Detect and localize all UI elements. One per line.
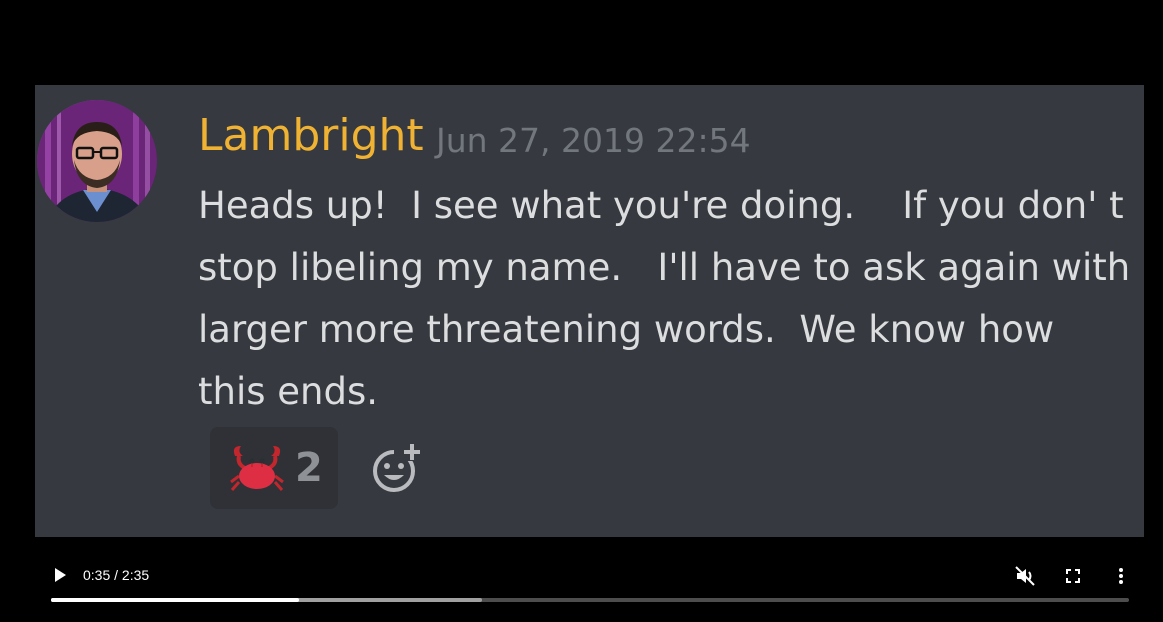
add-reaction-icon[interactable]: [372, 441, 424, 493]
muted-speaker-icon[interactable]: [1014, 565, 1036, 587]
reaction-button[interactable]: 2: [210, 427, 338, 509]
played-progress: [51, 598, 299, 602]
video-player[interactable]: Lambright Jun 27, 2019 22:54 Heads up! I…: [0, 0, 1163, 622]
message-timestamp: Jun 27, 2019 22:54: [436, 121, 751, 160]
message-line: stop libeling my name. I'll have to ask …: [198, 246, 1131, 289]
avatar: [37, 100, 157, 222]
player-controls: 0:35 / 2:35: [0, 555, 1163, 595]
message-line: this ends.: [198, 370, 379, 413]
message-content: Heads up! I see what you're doing. If yo…: [198, 175, 1131, 423]
progress-bar[interactable]: [51, 598, 1129, 602]
message-line: Heads up! I see what you're doing. If yo…: [198, 184, 1124, 227]
fullscreen-icon[interactable]: [1062, 565, 1084, 587]
more-options-icon[interactable]: [1110, 565, 1132, 587]
video-frame: Lambright Jun 27, 2019 22:54 Heads up! I…: [35, 85, 1144, 537]
play-icon[interactable]: [50, 565, 70, 585]
crab-emoji-icon: [230, 446, 284, 491]
username[interactable]: Lambright: [198, 107, 424, 165]
reaction-count: 2: [295, 445, 323, 491]
message-line: larger more threatening words. We know h…: [198, 308, 1055, 351]
time-display: 0:35 / 2:35: [83, 567, 150, 583]
